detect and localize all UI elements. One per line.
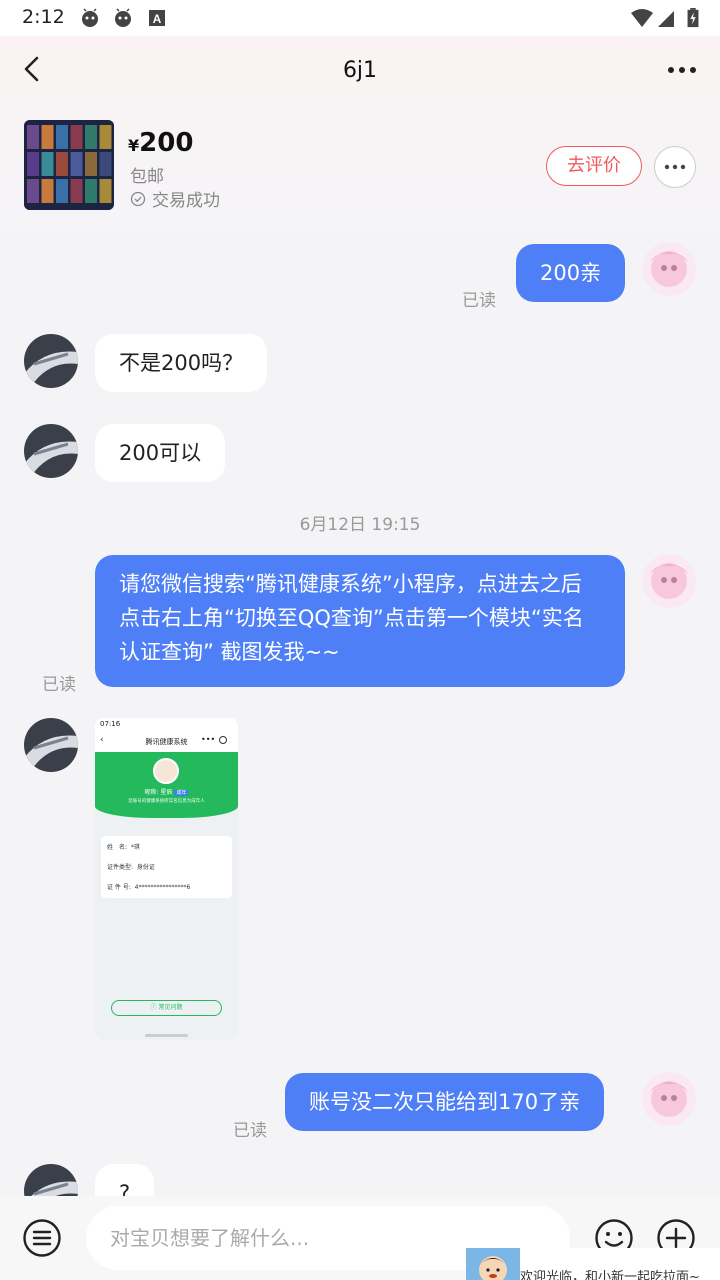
game-heroes-grid-image bbox=[24, 120, 114, 210]
message-timestamp: 6月12日 19:15 bbox=[299, 515, 421, 535]
my-avatar[interactable] bbox=[642, 242, 696, 296]
shot-field-row: 姓 名: *琪 bbox=[107, 844, 140, 851]
hero-tile bbox=[56, 179, 68, 203]
hero-tile bbox=[85, 152, 97, 176]
hero-tile bbox=[41, 152, 54, 176]
shot-status-bar: 07:16 bbox=[95, 718, 238, 732]
hero-tile bbox=[70, 125, 83, 149]
app-notification-icon bbox=[82, 8, 98, 27]
seller-avatar[interactable] bbox=[24, 718, 78, 772]
shot-notice: 您账号的健康系统所实名信息为成年人 bbox=[128, 799, 205, 804]
shot-home-indicator bbox=[145, 1034, 188, 1037]
hero-tile bbox=[99, 152, 112, 176]
seller-avatar[interactable] bbox=[24, 1164, 78, 1196]
hero-tile bbox=[27, 152, 39, 176]
read-receipt: 已读 bbox=[233, 1121, 267, 1141]
seller-avatar[interactable] bbox=[24, 424, 78, 478]
battery-icon bbox=[687, 8, 699, 28]
product-more-button[interactable] bbox=[654, 146, 696, 188]
message-bubble-sent[interactable]: 200亲 bbox=[516, 244, 626, 302]
svg-text:A: A bbox=[153, 12, 162, 26]
hero-tile bbox=[85, 125, 97, 149]
promo-banner-text: 欢迎光临，和小新一起吃拉面~ bbox=[520, 1270, 700, 1280]
more-options-button[interactable] bbox=[666, 58, 698, 82]
hero-tile bbox=[41, 125, 54, 149]
hero-tile bbox=[99, 125, 112, 149]
image-message[interactable]: 07:16 ‹ 腾讯健康系统 ••• 昵称: 星辰 成年 您账号的健康系统所实名… bbox=[95, 718, 238, 1040]
wifi-icon bbox=[631, 9, 653, 27]
status-bar: 2:12 A bbox=[0, 0, 720, 36]
shot-info-card: 姓 名: *琪 证件类型: 身份证 证 件 号: 4**************… bbox=[101, 836, 232, 898]
check-circle-icon bbox=[130, 191, 146, 206]
message-bubble-received[interactable]: 200可以 bbox=[95, 424, 226, 482]
shot-more-icon: ••• bbox=[201, 735, 216, 744]
review-button[interactable]: 去评价 bbox=[546, 146, 642, 186]
hero-tile bbox=[56, 152, 68, 176]
read-receipt: 已读 bbox=[462, 291, 496, 311]
hero-tile bbox=[41, 179, 54, 203]
shot-profile-avatar bbox=[153, 758, 179, 784]
app-notification-icon bbox=[115, 8, 131, 27]
hero-tile bbox=[70, 179, 83, 203]
status-time: 2:12 bbox=[22, 6, 65, 28]
shot-nickname-row: 昵称: 星辰 成年 bbox=[144, 789, 189, 796]
signal-icon bbox=[658, 11, 674, 27]
hero-tile bbox=[70, 152, 83, 176]
promo-banner[interactable]: 欢迎光临，和小新一起吃拉面~ bbox=[466, 1248, 720, 1280]
shot-time: 07:16 bbox=[100, 720, 121, 728]
text-a-icon: A bbox=[149, 10, 165, 26]
page-title: 6j1 bbox=[342, 58, 378, 83]
shot-field-row: 证件类型: 身份证 bbox=[107, 864, 155, 871]
more-dots-icon bbox=[664, 164, 686, 170]
hero-tile bbox=[27, 179, 39, 203]
currency-symbol: ¥ bbox=[128, 136, 140, 155]
message-bubble-sent[interactable]: 账号没二次只能给到170了亲 bbox=[285, 1073, 605, 1131]
hero-tile bbox=[85, 179, 97, 203]
shot-header: ‹ 腾讯健康系统 ••• bbox=[95, 732, 238, 752]
read-receipt: 已读 bbox=[42, 675, 76, 695]
chat-header: 6j1 ¥200 包邮 交易成功 去评价 bbox=[0, 36, 720, 228]
price-value: 200 bbox=[139, 128, 194, 158]
shot-field-row: 证 件 号: 4****************6 bbox=[107, 884, 191, 891]
message-bubble-received[interactable]: 不是200吗？ bbox=[95, 334, 268, 392]
shot-title: 腾讯健康系统 bbox=[145, 738, 188, 746]
cartoon-character-icon bbox=[466, 1248, 520, 1280]
trade-status-text: 交易成功 bbox=[152, 191, 220, 211]
shot-help-button: ⓘ 常见问题 bbox=[111, 1000, 222, 1016]
hero-tile bbox=[99, 179, 112, 203]
hero-tile bbox=[27, 125, 39, 149]
shot-close-icon bbox=[219, 736, 227, 744]
message-bubble-sent[interactable]: 请您微信搜索“腾讯健康系统”小程序，点进去之后点击右上角“切换至QQ查询”点击第… bbox=[95, 555, 625, 687]
my-avatar[interactable] bbox=[642, 1072, 696, 1126]
shot-green-card: 昵称: 星辰 成年 您账号的健康系统所实名信息为成年人 bbox=[95, 752, 238, 818]
trade-status: 交易成功 bbox=[130, 186, 220, 211]
shipping-label: 包邮 bbox=[130, 167, 164, 187]
product-thumbnail[interactable] bbox=[24, 120, 114, 210]
my-avatar[interactable] bbox=[642, 554, 696, 608]
product-price: ¥200 bbox=[128, 128, 193, 158]
menu-button[interactable] bbox=[22, 1218, 62, 1258]
seller-avatar[interactable] bbox=[24, 334, 78, 388]
chat-message-list[interactable]: 200亲 已读 不是200吗？ 200可以 6月12日 19:15 请您微信搜索… bbox=[0, 228, 720, 1196]
hero-tile bbox=[56, 125, 68, 149]
message-bubble-received[interactable]: ? bbox=[95, 1164, 155, 1196]
